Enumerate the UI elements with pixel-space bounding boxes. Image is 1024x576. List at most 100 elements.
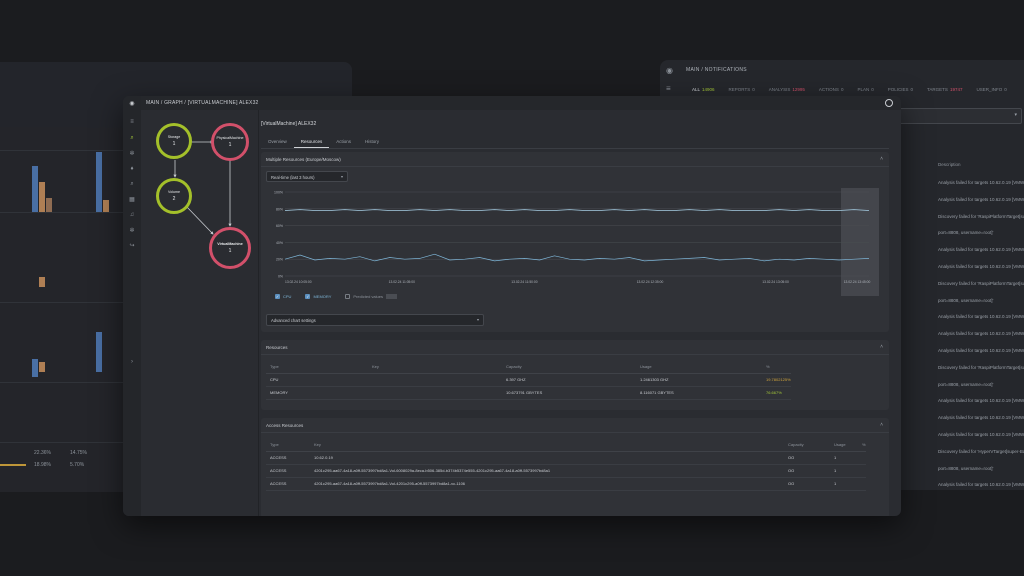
time-range-select[interactable]: Real-time (last 3 hours) ▾ [266,171,348,182]
user-icon[interactable] [885,99,893,107]
legend-memory[interactable]: ✓ MEMORY [305,294,331,299]
y-tick-label: 0% [278,275,283,279]
filter-select[interactable]: ▾ [892,108,1022,124]
notification-message: Analysis failed for targets 10.62.0.19 [… [938,415,1024,421]
cell-usage: 1.2461303 GHZ [636,373,762,387]
notification-tab[interactable]: USER_INFO 0 [976,87,1006,92]
notification-message: Analysis failed for targets 10.62.0.19 [… [938,264,1024,269]
legend-cpu[interactable]: ✓ CPU [275,294,291,299]
x-tick-label: 13.02.24 13:05:00 [762,280,789,284]
notification-message: Analysis failed for targets 10.62.0.19 [… [938,196,1024,202]
notification-tab[interactable]: REPORTS 0 [729,87,755,92]
collapse-icon[interactable]: ˄ [880,344,883,350]
page-title: [VirtualMachine] ALEX32 [261,121,317,127]
tab-label: POLICIES [887,86,909,92]
cell-capacity: OO [784,477,830,491]
sidebar: ◉ ≡ ⌕ ✲ ♦ ⌕ ▦ ♫ ✲ ↪ › [123,96,141,516]
breadcrumb: MAIN / NOTIFICATIONS [686,67,747,73]
access-table: Type Key Capacity Usage % ACCESS 10.62.0.… [266,439,866,491]
divider [261,166,889,167]
column-header: Key [368,361,502,374]
tab-label: REPORTS [728,86,751,92]
logo-icon: ◉ [129,101,135,107]
notification-tab[interactable]: ACTIONS 0 [819,87,844,92]
y-tick-label: 80% [276,207,283,211]
tab-actions[interactable]: Actions [329,136,358,148]
x-tick-label: 13.02.24 13:45:00 [844,280,871,284]
y-tick-label: 60% [276,224,283,228]
bell-icon[interactable]: ♫ [128,211,136,219]
menu-icon[interactable]: ≡ [128,118,136,126]
notification-message: Discovery failed for 'RaspiPlatformTarge… [938,364,1024,370]
tab-overview[interactable]: Overview [261,136,294,148]
notification-message: port=8808, username=root]' [938,297,994,303]
cell-type: CPU [266,373,368,387]
node-count: 1 [228,248,232,254]
collapse-icon[interactable]: ˄ [880,422,883,428]
tab-count: 0 [840,86,844,92]
search-icon[interactable]: ⌕ [128,134,136,142]
notification-tab[interactable]: ALL 14906 [692,87,715,92]
cell-pct: 19.7802125% [762,373,791,387]
tab-count: 12995 [792,86,805,92]
notification-tab[interactable]: TARGETS 19747 [927,87,962,92]
x-tick-label: 13.02.24 12:35:00 [637,280,664,284]
graph-node-virtualmachine[interactable]: VirtualMachine 1 [209,227,251,269]
chevron-down-icon: ▾ [340,174,343,179]
notification-tab[interactable]: ANALYSIS 12995 [769,87,805,92]
bg-bar [39,277,45,287]
notification-message: port=8808, username=root]' [938,465,994,471]
stat-value: 5.70% [70,462,85,468]
notification-message: Analysis failed for targets 10.62.0.19 [… [938,331,1024,337]
legend-label: CPU [283,294,292,299]
notification-tab[interactable]: PLAN 0 [857,87,873,92]
stat-value: 22.36% [34,450,51,456]
series-line-memory [284,253,870,262]
legend-predicted[interactable]: Predicted values [345,294,397,299]
chevron-down-icon: ▾ [1014,112,1017,118]
magnifier-icon[interactable]: ⌕ [128,180,136,188]
tab-count: 14906 [702,86,715,92]
cell-key: 4201c295-aa67-4a18-a0ff-5573997bd8a1-Vol… [310,477,784,491]
cell-type: ACCESS [266,477,310,491]
cell-capacity: OO [784,464,830,478]
cell-pct: 76.667% [762,386,791,400]
column-header: Usage [830,439,858,452]
gear-icon[interactable]: ✲ [128,150,136,158]
legend-label: Predicted values [353,294,383,299]
notification-message: Analysis failed for targets 10.62.0.19 [… [938,180,1024,185]
predicted-swatch [385,294,397,299]
column-header: Capacity [784,439,830,452]
tab-label: USER_INFO [976,86,1003,92]
column-header: % [858,439,866,452]
column-header: Description [938,162,961,167]
notification-tab[interactable]: POLICIES 0 [888,87,913,92]
expand-icon[interactable]: › [128,358,136,366]
logout-icon[interactable]: ↪ [128,242,136,250]
graph-node-volume[interactable]: Volume 2 [156,178,192,214]
menu-icon: ≡ [666,84,671,93]
tab-bar: Overview Resources Actions History [261,136,386,148]
bg-bar [103,200,109,212]
column-header: % [762,361,791,374]
table-row: CPU 6.397 GHZ 1.2461303 GHZ 19.7802125% [266,373,791,387]
collapse-icon[interactable]: ˄ [880,156,883,162]
advanced-settings-dropdown[interactable]: Advanced chart settings ▾ [266,314,484,326]
notification-message: Discovery failed for 'HyperVTarget[super… [938,448,1024,454]
bg-bar [96,152,102,212]
graph-node-physicalmachine[interactable]: PhysicalMachine 1 [211,123,249,161]
graph-pane: Storage 1 PhysicalMachine 1 Volume 2 Vir… [141,110,259,516]
node-count: 1 [228,142,232,148]
bg-bar [46,198,52,212]
grid-icon[interactable]: ▦ [128,196,136,204]
graph-node-storage[interactable]: Storage 1 [156,123,192,159]
flame-icon[interactable]: ♦ [128,165,136,173]
column-header: Key [310,439,784,452]
tab-resources[interactable]: Resources [293,136,330,148]
x-tick-label: 13.02.24 11:05:00 [389,280,416,284]
tab-history[interactable]: History [358,136,386,148]
access-resources-card: Access Resources ˄ Type Key Capacity Usa… [261,418,889,516]
tab-divider [261,148,889,149]
legend-label: MEMORY [313,294,332,299]
settings-icon[interactable]: ✲ [128,227,136,235]
